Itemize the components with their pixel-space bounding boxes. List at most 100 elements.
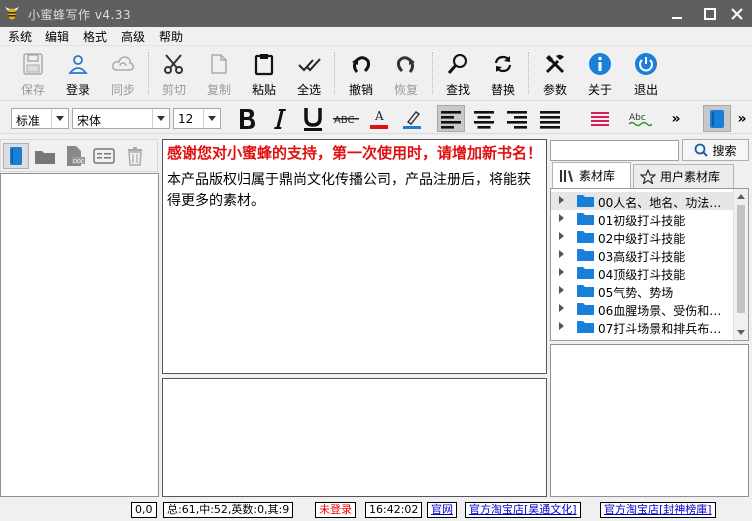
expand-arrow-icon <box>559 304 564 312</box>
scissors-icon <box>164 54 183 74</box>
tab-user-library[interactable]: 用户素材库 <box>633 164 734 188</box>
maximize-button[interactable] <box>695 0 725 27</box>
bold-button[interactable] <box>233 105 261 132</box>
book-icon <box>710 109 724 128</box>
welcome-message: 感谢您对小蜜蜂的支持，第一次使用时，请增加新书名！ <box>167 144 543 162</box>
tree-item[interactable]: 04顶级打斗技能 <box>551 264 734 282</box>
tree-item[interactable]: 01初级打斗技能 <box>551 210 734 228</box>
document-button[interactable]: DOC <box>61 143 87 169</box>
more-format-button[interactable]: » <box>666 105 686 132</box>
align-right-icon <box>507 110 527 129</box>
highlight-button[interactable] <box>398 105 426 132</box>
more-right-label: » <box>737 110 747 127</box>
tree-item[interactable]: 05气势、势场 <box>551 282 734 300</box>
shop-link-2[interactable]: 官方淘宝店[封神榜庫] <box>600 502 716 518</box>
save-button[interactable]: 保存 <box>13 49 53 99</box>
copy-icon <box>211 54 227 74</box>
about-label: 关于 <box>587 83 612 97</box>
cloud-sync-icon <box>112 56 134 71</box>
sync-label: 同步 <box>110 83 135 97</box>
tree-item-label: 05气势、势场 <box>598 286 674 300</box>
find-button[interactable]: 查找 <box>438 49 478 99</box>
login-button[interactable]: 登录 <box>58 49 98 99</box>
close-button[interactable] <box>722 0 752 27</box>
italic-button[interactable] <box>266 105 294 132</box>
about-button[interactable]: 关于 <box>580 49 620 99</box>
material-preview[interactable] <box>550 344 749 497</box>
search-button[interactable]: 搜索 <box>682 139 749 161</box>
replace-icon <box>494 55 512 73</box>
settings-button[interactable]: 参数 <box>535 49 575 99</box>
menu-system[interactable]: 系统 <box>8 28 32 45</box>
font-size-select[interactable]: 12 <box>173 108 221 129</box>
spellcheck-button[interactable]: Abc <box>626 105 654 132</box>
redo-button[interactable]: 恢复 <box>386 49 426 99</box>
tree-item[interactable]: 07打斗场景和排兵布… <box>551 318 734 336</box>
official-site-link[interactable]: 官网 <box>427 502 457 518</box>
strikethrough-button[interactable]: ABC <box>332 105 360 132</box>
scroll-thumb[interactable] <box>737 205 745 313</box>
tree-item[interactable]: 00人名、地名、功法… <box>551 192 734 210</box>
align-center-icon <box>474 110 494 129</box>
scroll-up-icon[interactable] <box>737 194 745 199</box>
expand-arrow-icon <box>559 286 564 294</box>
expand-arrow-icon <box>559 232 564 240</box>
tree-scrollbar[interactable] <box>733 189 748 340</box>
align-left-icon <box>441 110 461 129</box>
paste-button[interactable]: 粘贴 <box>244 49 284 99</box>
menu-format[interactable]: 格式 <box>83 28 107 45</box>
minimize-button[interactable] <box>662 0 692 27</box>
folder-button[interactable] <box>32 143 58 169</box>
menu-help[interactable]: 帮助 <box>159 28 183 45</box>
menu-advanced[interactable]: 高级 <box>121 28 145 45</box>
exit-button[interactable]: 退出 <box>626 49 666 99</box>
book-tree[interactable] <box>0 173 159 497</box>
more-right-button[interactable]: » <box>733 105 751 132</box>
underline-button[interactable] <box>299 105 327 132</box>
justify-button[interactable] <box>536 105 564 132</box>
bee-icon <box>5 7 19 20</box>
login-status[interactable]: 未登录 <box>315 502 356 518</box>
book-list-button[interactable] <box>3 143 29 169</box>
align-right-button[interactable] <box>503 105 531 132</box>
paragraph-format-button[interactable] <box>586 105 614 132</box>
tab-material-label: 素材库 <box>579 169 616 183</box>
magnifier-icon <box>447 54 467 74</box>
undo-button[interactable]: 撤销 <box>341 49 381 99</box>
strikethrough-icon: ABC <box>333 115 359 126</box>
tree-item[interactable]: 06血腥场景、受伤和击败 <box>551 300 734 318</box>
notes-editor[interactable] <box>162 378 547 497</box>
shop-link-1[interactable]: 官方淘宝店[昊通文化] <box>465 502 581 518</box>
menu-edit[interactable]: 编辑 <box>45 28 69 45</box>
cut-button[interactable]: 剪切 <box>154 49 194 99</box>
settings-label: 参数 <box>542 83 567 97</box>
align-left-button[interactable] <box>437 105 465 132</box>
delete-button[interactable] <box>122 143 148 169</box>
replace-button[interactable]: 替换 <box>483 49 523 99</box>
toolbar-separator <box>528 52 529 94</box>
folder-icon <box>577 195 594 207</box>
tab-material-library[interactable]: 素材库 <box>552 162 631 188</box>
chevron-down-icon <box>152 109 169 128</box>
copyright-message: 本产品版权归属于鼎尚文化传播公司，产品注册后，将能获得更多的素材。 <box>167 172 531 209</box>
material-search-input[interactable] <box>550 140 679 161</box>
sync-button[interactable]: 同步 <box>103 49 143 99</box>
font-color-button[interactable]: A <box>365 105 393 132</box>
book-view-button[interactable] <box>703 105 731 132</box>
style-select[interactable]: 标准 <box>11 108 69 129</box>
align-center-button[interactable] <box>470 105 498 132</box>
select-all-button[interactable]: 全选 <box>289 49 329 99</box>
save-icon <box>23 53 43 75</box>
scroll-down-icon[interactable] <box>737 330 745 335</box>
tree-item-label: 02中级打斗技能 <box>598 232 686 246</box>
expand-arrow-icon <box>559 268 564 276</box>
svg-text:DOC: DOC <box>73 159 85 165</box>
tree-item-label: 06血腥场景、受伤和击败 <box>598 304 730 318</box>
tree-item[interactable]: 02中级打斗技能 <box>551 228 734 246</box>
font-select[interactable]: 宋体 <box>72 108 170 129</box>
outline-button[interactable] <box>91 143 117 169</box>
copy-button[interactable]: 复制 <box>199 49 239 99</box>
tree-item-label: 00人名、地名、功法… <box>598 196 722 210</box>
main-editor[interactable]: 感谢您对小蜜蜂的支持，第一次使用时，请增加新书名！ 本产品版权归属于鼎尚文化传播… <box>162 139 547 374</box>
tree-item[interactable]: 03高级打斗技能 <box>551 246 734 264</box>
